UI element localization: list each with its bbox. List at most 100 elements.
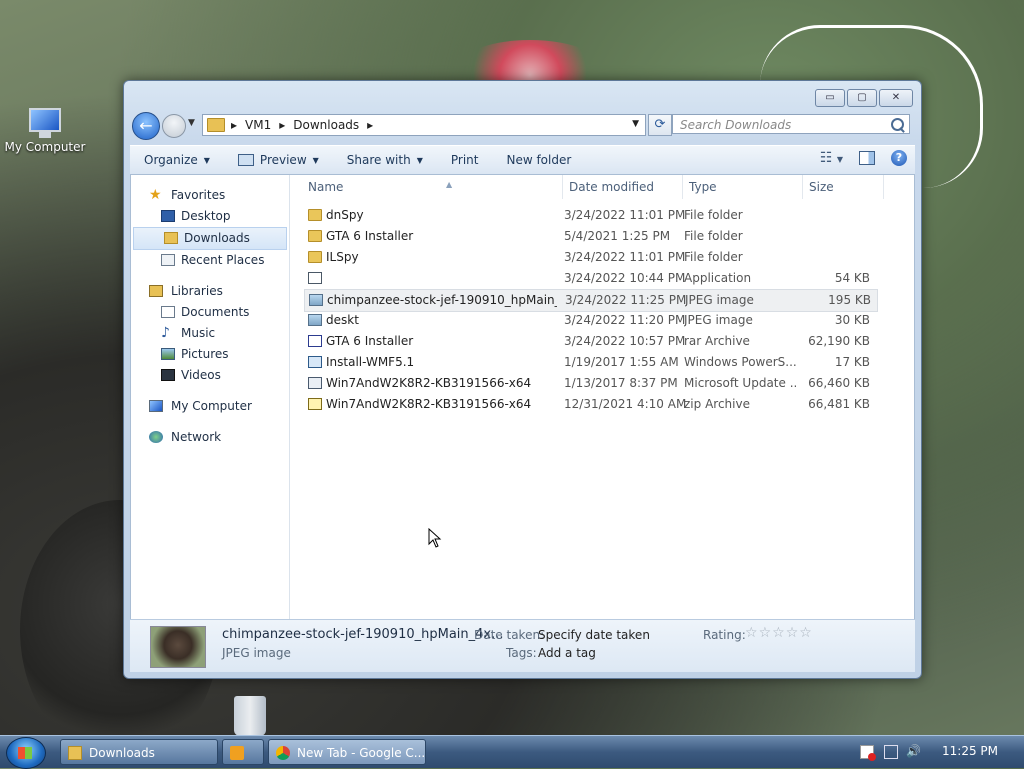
star-icon[interactable]: ☆ [745,625,759,641]
star-icon[interactable]: ☆ [772,625,786,641]
file-date-modified: 12/31/2021 4:10 AM [564,397,687,411]
file-row[interactable]: dnSpy 3/24/2022 11:01 PM File folder [304,205,876,226]
date-taken-value[interactable]: Specify date taken [538,628,650,642]
minimize-button[interactable]: ▭ [815,89,845,107]
tags-value[interactable]: Add a tag [538,646,596,660]
clock[interactable]: 11:25 PM [942,744,998,758]
file-row[interactable]: Win7AndW2K8R2-KB3191566-x64 12/31/2021 4:… [304,394,876,415]
network-icon[interactable] [884,745,898,759]
nav-documents[interactable]: Documents [131,302,289,323]
star-icon: ★ [149,187,162,203]
desktop-icon-my-computer[interactable]: My Computer [4,106,86,154]
rating-label: Rating: [703,628,746,642]
start-button[interactable] [6,737,46,769]
share-with-button[interactable]: Share with ▼ [333,153,437,167]
file-row[interactable]: Win7AndW2K8R2-KB3191566-x64 1/13/2017 8:3… [304,373,876,394]
file-row[interactable]: Install-WMF5.1 1/19/2017 1:55 AM Windows P… [304,352,876,373]
documents-icon [161,306,175,318]
maximize-button[interactable]: ▢ [847,89,877,107]
update-icon [308,377,322,389]
taskbar: Downloads New Tab - Google C... 🔊 11:25 … [0,735,1024,769]
close-button[interactable]: ✕ [879,89,913,107]
column-header-size[interactable]: Size [802,175,884,199]
file-date-modified: 3/24/2022 11:01 PM [564,208,686,222]
nav-recent-places-label: Recent Places [181,253,265,267]
taskbar-item-media-player[interactable] [222,739,264,765]
file-row[interactable]: ILSpy 3/24/2022 11:01 PM File folder [304,247,876,268]
file-size: 66,460 KB [808,376,870,390]
file-name: GTA 6 Installer [326,334,414,348]
file-row[interactable]: GTA 6 Installer 5/4/2021 1:25 PM File fold… [304,226,876,247]
preview-pane-icon[interactable] [859,151,875,165]
sort-ascending-icon: ▲ [446,180,453,189]
nav-pictures[interactable]: Pictures [131,344,289,365]
file-name: dnSpy [326,208,364,222]
file-type: File folder [684,229,743,243]
breadcrumb-separator[interactable]: ▸ [279,118,285,132]
preview-icon [237,154,254,166]
action-center-icon[interactable] [860,745,876,761]
nav-network-label: Network [171,430,222,444]
views-icon[interactable]: ☷ ▼ [820,150,843,166]
file-size: 62,190 KB [808,334,870,348]
file-row[interactable]: chimpanzee-stock-jef-190910_hpMain_4... 3… [304,289,878,312]
recycle-bin-icon[interactable] [234,696,266,736]
file-row[interactable]: GTA 6 Installer 3/24/2022 10:57 PM rar Arc… [304,331,876,352]
back-button[interactable]: ← [132,112,160,140]
nav-favorites[interactable]: ★ Favorites [131,185,289,206]
videos-icon [161,369,175,381]
star-icon[interactable]: ☆ [786,625,800,641]
search-icon[interactable] [891,118,904,131]
file-type: Application [684,271,752,285]
nav-videos[interactable]: Videos [131,365,289,386]
refresh-button[interactable]: ⟳ [648,114,672,136]
zip-icon [308,398,322,410]
nav-music[interactable]: ♪ Music [131,323,289,344]
chevron-down-icon: ▼ [416,155,423,165]
address-bar[interactable]: ▸ VM1 ▸ Downloads ▸ ▼ [202,114,646,136]
application-icon [308,272,322,284]
new-folder-button[interactable]: New folder [492,153,585,167]
nav-libraries[interactable]: Libraries [131,281,289,302]
breadcrumb-vm1[interactable]: VM1 [245,118,271,132]
breadcrumb-downloads[interactable]: Downloads [293,118,359,132]
explorer-window[interactable]: ▭ ▢ ✕ ← ▼ ▸ VM1 ▸ Downloads ▸ ▼ ⟳ Search… [123,80,922,679]
nav-network[interactable]: Network [131,427,289,448]
nav-my-computer-label: My Computer [171,399,252,413]
details-filetype: JPEG image [222,646,291,660]
file-row[interactable]: 3/24/2022 10:44 PM Application 54 KB [304,268,876,289]
nav-my-computer[interactable]: My Computer [131,396,289,417]
folder-icon [308,230,322,242]
taskbar-item-label: New Tab - Google C... [297,746,426,760]
file-row[interactable]: deskt 3/24/2022 11:20 PM JPEG image 30 KB [304,310,876,331]
print-button[interactable]: Print [437,153,493,167]
taskbar-item-chrome[interactable]: New Tab - Google C... [268,739,426,765]
image-thumbnail [150,626,206,668]
network-icon [149,431,163,443]
taskbar-item-downloads[interactable]: Downloads [60,739,218,765]
column-header-type[interactable]: Type [682,175,801,199]
nav-desktop[interactable]: Desktop [131,206,289,227]
file-name: ILSpy [326,250,359,264]
star-icon[interactable]: ☆ [759,625,773,641]
file-date-modified: 3/24/2022 10:57 PM [564,334,686,348]
address-dropdown-chevron-icon[interactable]: ▼ [632,119,639,129]
column-header-date[interactable]: Date modified [562,175,681,199]
column-header-name[interactable]: Name ▲ [308,175,560,199]
help-icon[interactable]: ? [891,150,907,166]
nav-recent-places[interactable]: Recent Places [131,250,289,271]
file-type: JPEG image [684,313,753,327]
breadcrumb-separator[interactable]: ▸ [231,118,237,132]
breadcrumb-separator[interactable]: ▸ [367,118,373,132]
recent-pages-chevron-icon[interactable]: ▼ [188,118,195,128]
forward-button[interactable] [162,114,186,138]
star-icon[interactable]: ☆ [799,625,813,641]
search-input[interactable]: Search Downloads [672,114,910,134]
volume-icon[interactable]: 🔊 [906,744,921,758]
rating-stars[interactable]: ☆☆☆☆☆ [745,625,813,641]
preview-button[interactable]: Preview ▼ [224,153,333,167]
file-date-modified: 3/24/2022 11:20 PM [564,313,686,327]
nav-downloads[interactable]: Downloads [133,227,287,250]
organize-button[interactable]: Organize ▼ [130,153,224,167]
chevron-down-icon: ▼ [203,155,210,165]
